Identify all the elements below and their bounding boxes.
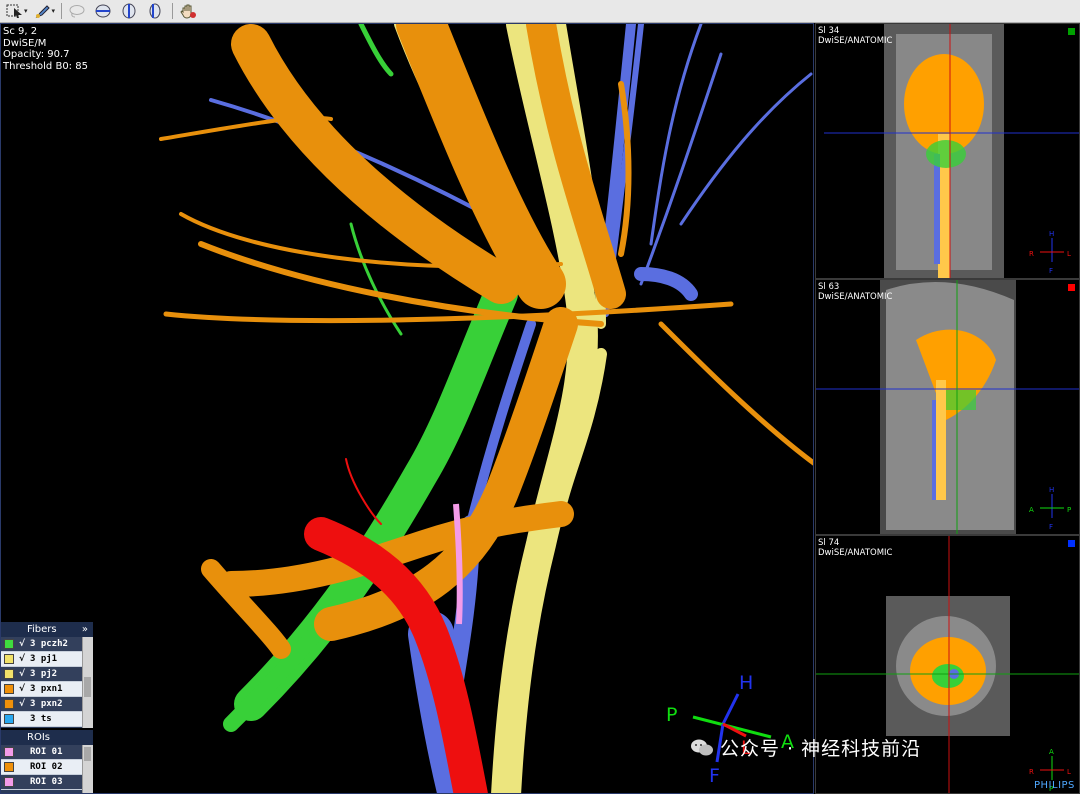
rois-scroll-thumb[interactable] [84,747,91,761]
fiber-color-swatch [4,684,14,694]
sagittal-view-marker [1068,284,1075,291]
rois-panel-title: ROIs [27,732,50,743]
scan-number: Sc 9, 2 [3,26,38,37]
axial-slice-number: Sl 74 [818,538,840,548]
fiber-visibility-checkbox[interactable]: √ [19,669,28,679]
wechat-icon [691,739,713,755]
watermark-text: 公众号 · 神经科技前沿 [720,738,922,760]
fibers-panel-title: Fibers [27,624,57,635]
orientation-h: H [739,672,753,694]
fibers-scroll-thumb[interactable] [84,677,91,697]
roi-color-swatch [4,762,14,772]
sagittal-orientation-top: H [1049,486,1054,494]
fibers-panel: Fibers » √ 3 pczh2 √ 3 pj1 √ 3 pj2 √ 3 pxn1 √ 3 p… [1,622,93,728]
coronal-view-icon[interactable] [118,2,140,20]
axial-orientation-right: L [1067,768,1071,776]
hand-pan-icon[interactable] [177,2,199,20]
fiber-3d-viewport[interactable]: H P A L F Sc 9, 2 DwiSE/M Opacity: 90.7 … [0,23,814,794]
coronal-slice-image: H R L F [824,24,1079,278]
fiber-label: 3 pj2 [30,669,58,679]
fiber-tracts-render[interactable]: H P A L F [1,24,814,794]
fiber-color-swatch [4,699,14,709]
coronal-view-marker [1068,28,1075,35]
roi-label: ROI 03 [30,777,63,787]
orientation-axes: H P A L F [666,672,794,787]
sagittal-slice-view[interactable]: H A P F Sl 63 DwiSE/ANATOMIC [815,279,1080,535]
lasso-icon[interactable] [66,2,88,20]
sagittal-view-icon[interactable] [144,2,166,20]
vendor-logo: PHILIPS [1034,780,1075,791]
fiber-label: 3 pxn1 [30,684,63,694]
fiber-list-item[interactable]: √ 3 pczh2 [1,637,82,652]
sagittal-slice-image: H A P F [816,280,1079,534]
sagittal-orientation-left: A [1029,506,1034,514]
fiber-list-item[interactable]: 3 ts [1,712,82,727]
coronal-orientation-bottom: F [1049,267,1053,275]
fiber-color-swatch [4,669,14,679]
fiber-label: 3 pxn2 [30,699,63,709]
fiber-label: 3 ts [30,714,52,724]
fiber-list-item[interactable]: √ 3 pxn1 [1,682,82,697]
rois-panel: ROIs ROI 01 ROI 02 ROI 03 [1,730,93,793]
sagittal-slice-number: Sl 63 [818,282,840,292]
roi-label: ROI 02 [30,762,63,772]
fiber-list-item[interactable]: √ 3 pxn2 [1,697,82,712]
roi-list-item[interactable]: ROI 02 [1,760,82,775]
coronal-orientation-top: H [1049,230,1054,238]
orientation-f: F [709,765,720,787]
coronal-slice-view[interactable]: H R L F Sl 34 DwiSE/ANATOMIC [815,23,1080,279]
fiber-color-swatch [4,714,14,724]
fibers-panel-header[interactable]: Fibers » [1,622,93,637]
fiber-color-swatch [4,654,14,664]
sagittal-series-name: DwiSE/ANATOMIC [818,292,893,302]
axial-view-marker [1068,540,1075,547]
orientation-p: P [666,704,677,726]
axial-series-name: DwiSE/ANATOMIC [818,548,893,558]
fiber-color-swatch [4,639,14,649]
roi-list-item[interactable]: ROI 01 [1,745,82,760]
coronal-slice-label: Sl 34 DwiSE/ANATOMIC [818,26,892,46]
paint-tool-dropdown-icon[interactable]: ▾ [52,7,56,15]
coronal-orientation-left: R [1029,250,1034,258]
roi-list-item[interactable]: ROI 03 [1,775,82,790]
rois-panel-header[interactable]: ROIs [1,730,93,745]
fiber-visibility-checkbox[interactable]: √ [19,654,28,664]
fiber-label: 3 pczh2 [30,639,68,649]
fiber-visibility-checkbox[interactable]: √ [19,684,28,694]
toolbar: ▾ ▾ [0,0,1080,23]
coronal-orientation-right: L [1067,250,1071,258]
toolbar-divider [172,3,174,19]
sagittal-orientation-bottom: F [1049,523,1053,531]
threshold-value: Threshold B0: 85 [3,60,88,72]
fiber-visibility-checkbox[interactable]: √ [19,639,28,649]
rois-scrollbar[interactable] [82,745,93,793]
fibers-scrollbar[interactable] [82,637,93,728]
axial-slice-label: Sl 74 DwiSE/ANATOMIC [818,538,892,558]
fiber-visibility-checkbox[interactable]: √ [19,699,28,709]
roi-color-swatch [4,747,14,757]
wechat-watermark: 公众号 · 神经科技前沿 [690,734,921,761]
axial-orientation-left: R [1029,768,1034,776]
roi-color-swatch [4,777,14,787]
fiber-list-item[interactable]: √ 3 pj1 [1,652,82,667]
axial-orientation-top: A [1049,748,1054,756]
pink-fiber-bundle [453,503,463,625]
toolbar-divider [61,3,63,19]
fiber-list-item[interactable]: √ 3 pj2 [1,667,82,682]
sagittal-orientation-right: P [1067,506,1071,514]
fibers-expand-icon[interactable]: » [82,624,88,635]
roi-label: ROI 01 [30,747,63,757]
sagittal-slice-label: Sl 63 DwiSE/ANATOMIC [818,282,892,302]
coronal-slice-number: Sl 34 [818,26,840,36]
coronal-series-name: DwiSE/ANATOMIC [818,36,893,46]
fiber-label: 3 pj1 [30,654,58,664]
axial-view-icon[interactable] [92,2,114,20]
opacity-value: Opacity: 90.7 [3,49,70,60]
paint-tool-icon[interactable] [32,2,54,20]
scan-info-overlay: Sc 9, 2 DwiSE/M Opacity: 90.7 Threshold … [3,26,88,72]
select-tool-dropdown-icon[interactable]: ▾ [24,7,28,15]
select-tool-icon[interactable] [4,2,26,20]
scan-series: DwiSE/M [3,37,47,49]
